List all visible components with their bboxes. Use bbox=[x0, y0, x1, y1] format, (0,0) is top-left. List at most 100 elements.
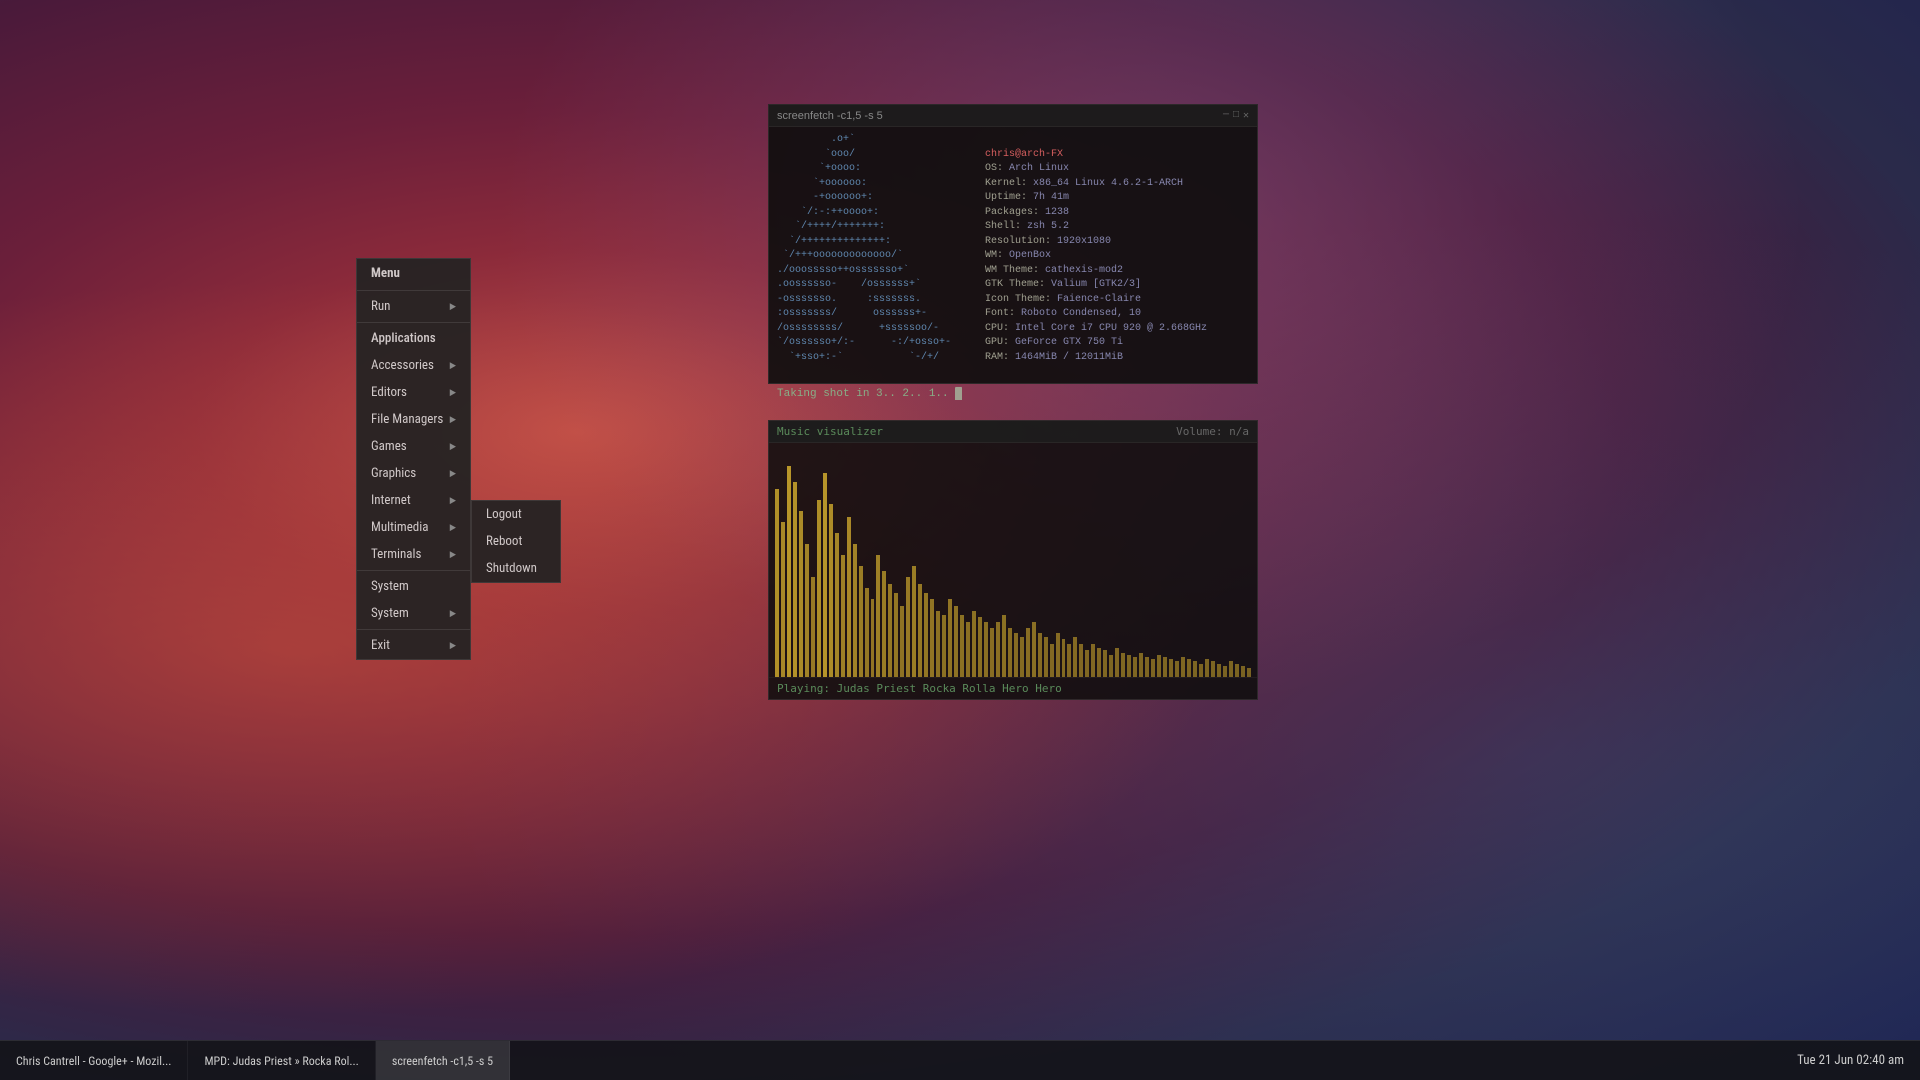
menu-item-editors[interactable]: Editors bbox=[357, 379, 470, 406]
terminal-titlebar: screenfetch -c1,5 -s 5 ─ □ ✕ bbox=[769, 105, 1257, 127]
vis-bar bbox=[1199, 664, 1203, 677]
context-menu: Menu Run Applications Accessories Editor… bbox=[356, 258, 471, 660]
vis-bar bbox=[1217, 664, 1221, 677]
taskbar-item-browser[interactable]: Chris Cantrell - Google+ - Mozil... bbox=[0, 1041, 188, 1080]
menu-item-graphics[interactable]: Graphics bbox=[357, 460, 470, 487]
taskbar-item-mpd[interactable]: MPD: Judas Priest » Rocka Rol... bbox=[188, 1041, 375, 1080]
vis-bar bbox=[1020, 637, 1024, 677]
music-footer: Playing: Judas Priest Rocka Rolla Hero H… bbox=[769, 677, 1257, 699]
vis-bar bbox=[1097, 648, 1101, 677]
menu-item-accessories[interactable]: Accessories bbox=[357, 352, 470, 379]
menu-divider-2 bbox=[357, 322, 470, 323]
vis-bar bbox=[954, 606, 958, 677]
vis-bar bbox=[1235, 664, 1239, 677]
vis-bar bbox=[912, 566, 916, 677]
menu-item-run[interactable]: Run bbox=[357, 293, 470, 320]
vis-bar bbox=[799, 511, 803, 677]
vis-bar bbox=[1062, 639, 1066, 677]
vis-bar bbox=[894, 593, 898, 677]
music-titlebar: Music visualizer Volume: n/a bbox=[769, 421, 1257, 443]
music-visualizer-window: Music visualizer Volume: n/a Playing: Ju… bbox=[768, 420, 1258, 700]
vis-bar bbox=[978, 617, 982, 677]
win-minimize[interactable]: ─ bbox=[1223, 110, 1229, 122]
vis-bar bbox=[1175, 661, 1179, 677]
vis-bar bbox=[865, 588, 869, 677]
vis-bar bbox=[787, 466, 791, 677]
vis-bar bbox=[1139, 653, 1143, 677]
vis-bar bbox=[1121, 653, 1125, 677]
exit-item-shutdown[interactable]: Shutdown bbox=[472, 555, 560, 582]
vis-bar bbox=[1205, 659, 1209, 677]
vis-bar bbox=[1169, 659, 1173, 677]
vis-bar bbox=[859, 566, 863, 677]
vis-bar bbox=[1127, 655, 1131, 677]
win-close[interactable]: ✕ bbox=[1243, 110, 1249, 122]
win-maximize[interactable]: □ bbox=[1233, 110, 1239, 122]
vis-bar bbox=[1223, 666, 1227, 677]
vis-bar bbox=[775, 489, 779, 677]
vis-bar bbox=[805, 544, 809, 677]
vis-bar bbox=[1079, 644, 1083, 677]
vis-bar bbox=[888, 584, 892, 677]
vis-bar bbox=[1032, 622, 1036, 677]
menu-item-exit[interactable]: Exit bbox=[357, 632, 470, 659]
vis-bar bbox=[876, 555, 880, 677]
exit-submenu: Logout Reboot Shutdown bbox=[471, 500, 561, 583]
vis-bar bbox=[996, 622, 1000, 677]
vis-bar bbox=[871, 599, 875, 677]
vis-bar bbox=[1044, 637, 1048, 677]
vis-bar bbox=[942, 615, 946, 677]
vis-bar bbox=[882, 571, 886, 677]
terminal-countdown: Taking shot in 3.. 2.. 1.. bbox=[777, 388, 955, 400]
vis-bar bbox=[817, 500, 821, 677]
vis-bar bbox=[1109, 655, 1113, 677]
vis-bar bbox=[900, 606, 904, 677]
vis-bar bbox=[1091, 644, 1095, 677]
vis-bar bbox=[1181, 657, 1185, 677]
terminal-title: screenfetch -c1,5 -s 5 bbox=[777, 110, 1217, 122]
vis-bar bbox=[930, 599, 934, 677]
terminal-window: screenfetch -c1,5 -s 5 ─ □ ✕ .o+` `ooo/ … bbox=[768, 104, 1258, 384]
menu-item-games[interactable]: Games bbox=[357, 433, 470, 460]
vis-bar bbox=[1241, 666, 1245, 677]
menu-item-internet[interactable]: Internet bbox=[357, 487, 470, 514]
vis-bar bbox=[853, 544, 857, 677]
taskbar-item-screenfetch[interactable]: screenfetch -c1,5 -s 5 bbox=[376, 1041, 510, 1080]
vis-bar bbox=[847, 517, 851, 677]
menu-divider-1 bbox=[357, 290, 470, 291]
vis-bar bbox=[972, 611, 976, 678]
vis-bar bbox=[811, 577, 815, 677]
menu-item-applications[interactable]: Applications bbox=[357, 325, 470, 352]
vis-bar bbox=[936, 611, 940, 678]
terminal-content: .o+` `ooo/ `+oooo: `+oooooo: -+oooooo+: … bbox=[769, 127, 1257, 408]
vis-bar bbox=[1008, 628, 1012, 677]
menu-divider-4 bbox=[357, 629, 470, 630]
menu-item-system[interactable]: System bbox=[357, 600, 470, 627]
vis-bar bbox=[1163, 657, 1167, 677]
vis-bar bbox=[1038, 633, 1042, 677]
menu-title: Menu bbox=[357, 259, 470, 288]
vis-bar bbox=[960, 615, 964, 677]
menu-item-system-header: System bbox=[357, 573, 470, 600]
vis-bar bbox=[1157, 655, 1161, 677]
vis-bar bbox=[1026, 628, 1030, 677]
exit-item-logout[interactable]: Logout bbox=[472, 501, 560, 528]
taskbar-clock: Tue 21 Jun 02:40 am bbox=[1781, 1053, 1920, 1068]
music-title: Music visualizer bbox=[777, 425, 1176, 438]
menu-item-terminals[interactable]: Terminals bbox=[357, 541, 470, 568]
menu-item-filemanagers[interactable]: File Managers bbox=[357, 406, 470, 433]
vis-bar bbox=[1211, 661, 1215, 677]
vis-bar bbox=[1103, 650, 1107, 677]
visualizer-canvas bbox=[769, 443, 1257, 677]
vis-bar bbox=[924, 593, 928, 677]
menu-item-multimedia[interactable]: Multimedia bbox=[357, 514, 470, 541]
vis-bar bbox=[781, 522, 785, 677]
vis-bar bbox=[1229, 661, 1233, 677]
exit-item-reboot[interactable]: Reboot bbox=[472, 528, 560, 555]
menu-divider-3 bbox=[357, 570, 470, 571]
vis-bar bbox=[823, 473, 827, 677]
playing-info: Playing: Judas Priest Rocka Rolla Hero H… bbox=[777, 682, 1062, 695]
vis-bar bbox=[841, 555, 845, 677]
vis-bar bbox=[1014, 633, 1018, 677]
vis-bar bbox=[1115, 648, 1119, 677]
